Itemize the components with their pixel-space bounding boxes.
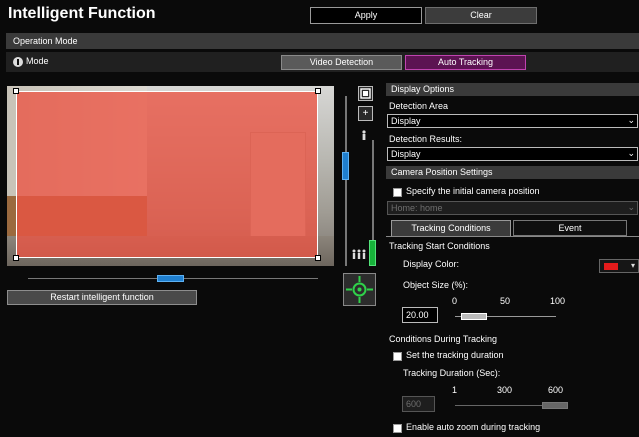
single-person-icon: [361, 130, 367, 140]
display-color-label: Display Color:: [403, 259, 460, 269]
home-position-select: Home: home ⌄: [387, 201, 638, 215]
detection-area-overlay[interactable]: [16, 91, 318, 258]
display-color-select[interactable]: ▾: [599, 259, 639, 273]
object-size-tick-min: 0: [452, 296, 458, 306]
tracking-duration-label: Tracking Duration (Sec):: [403, 368, 501, 378]
object-size-tick-mid: 50: [500, 296, 511, 306]
chevron-down-icon: ⌄: [627, 115, 635, 125]
color-swatch: [604, 263, 618, 270]
crosshair-icon: [346, 276, 373, 303]
detection-results-value: Display: [391, 149, 421, 159]
during-tracking-title: Conditions During Tracking: [389, 334, 498, 344]
restart-intelligent-function-button[interactable]: Restart intelligent function: [7, 290, 197, 305]
collapse-icon[interactable]: [13, 57, 23, 67]
duration-tick-min: 1: [452, 385, 458, 395]
resize-handle-top-right[interactable]: [315, 88, 321, 94]
tracking-target-button[interactable]: [343, 273, 376, 306]
specify-position-label: Specify the initial camera position: [406, 186, 540, 196]
duration-tick-mid: 300: [497, 385, 513, 395]
tracking-start-title: Tracking Start Conditions: [389, 241, 490, 251]
tracking-duration-check-label: Set the tracking duration: [406, 350, 504, 360]
multi-person-icon: [352, 249, 366, 259]
detection-area-select[interactable]: Display ⌄: [387, 114, 638, 128]
tilt-slider-track[interactable]: [345, 96, 347, 266]
operation-mode-header: Operation Mode: [6, 33, 639, 49]
object-size-label: Object Size (%):: [403, 280, 469, 290]
duration-slider-thumb: [542, 402, 568, 409]
page-title: Intelligent Function: [8, 5, 156, 22]
tracking-duration-checkbox[interactable]: [393, 352, 402, 361]
tab-tracking-conditions[interactable]: Tracking Conditions: [391, 220, 511, 236]
duration-tick-max: 600: [548, 385, 564, 395]
mode-label: Mode: [26, 56, 49, 66]
detection-area-label: Detection Area: [389, 101, 449, 111]
pan-slider-thumb[interactable]: [157, 275, 184, 282]
caret-down-icon: ▾: [630, 261, 635, 270]
tracking-duration-input: 600: [402, 396, 435, 412]
auto-zoom-checkbox[interactable]: [393, 424, 402, 433]
auto-zoom-label: Enable auto zoom during tracking: [406, 422, 541, 432]
clear-button[interactable]: Clear: [425, 7, 537, 24]
detection-results-select[interactable]: Display ⌄: [387, 147, 638, 161]
mode-auto-tracking-button[interactable]: Auto Tracking: [405, 55, 526, 70]
tilt-slider-thumb[interactable]: [342, 152, 349, 180]
fit-screen-icon[interactable]: [358, 86, 373, 101]
detection-results-label: Detection Results:: [389, 134, 463, 144]
apply-button[interactable]: Apply: [310, 7, 422, 24]
chevron-down-icon: ⌄: [627, 202, 635, 212]
object-size-tick-max: 100: [550, 296, 566, 306]
display-options-header: Display Options: [386, 83, 639, 96]
camera-position-header: Camera Position Settings: [386, 166, 639, 179]
object-size-input[interactable]: 20.00: [402, 307, 438, 323]
detection-area-value: Display: [391, 116, 421, 126]
tab-event[interactable]: Event: [513, 220, 627, 236]
tab-divider: [386, 236, 639, 237]
object-size-slider-thumb[interactable]: [461, 313, 487, 320]
zoom-slider-thumb[interactable]: [369, 240, 376, 266]
specify-position-checkbox[interactable]: [393, 188, 402, 197]
resize-handle-bottom-right[interactable]: [315, 255, 321, 261]
chevron-down-icon: ⌄: [627, 148, 635, 158]
resize-handle-top-left[interactable]: [13, 88, 19, 94]
resize-handle-bottom-left[interactable]: [13, 255, 19, 261]
home-position-value: Home: home: [391, 203, 443, 213]
zoom-in-icon[interactable]: +: [358, 106, 373, 121]
mode-video-detection-button[interactable]: Video Detection: [281, 55, 402, 70]
